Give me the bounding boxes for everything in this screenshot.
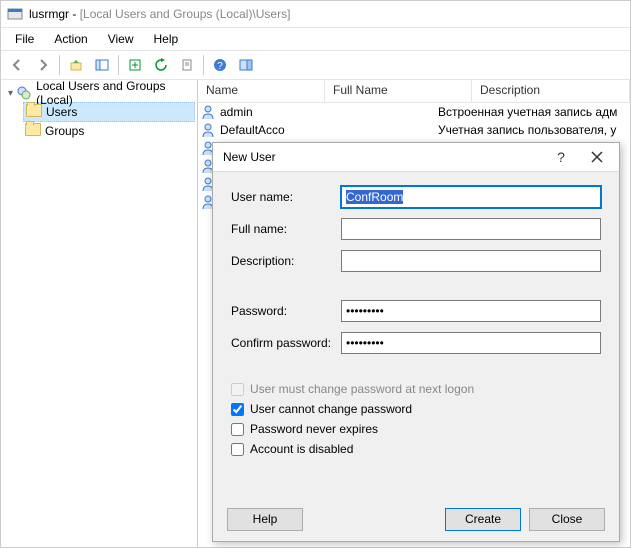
new-user-dialog: New User ? User name: Full name: Descrip… [212, 142, 620, 542]
check-must-change: User must change password at next logon [231, 382, 601, 396]
tree-pane: ▾ Local Users and Groups (Local) Users G… [1, 80, 198, 547]
password-label: Password: [231, 304, 341, 318]
up-icon[interactable] [64, 53, 88, 77]
check-must-change-box [231, 383, 244, 396]
tree-groups-label: Groups [45, 124, 84, 138]
col-description[interactable]: Description [472, 80, 630, 102]
col-name[interactable]: Name [198, 80, 325, 102]
close-button[interactable]: Close [529, 508, 605, 531]
password-input[interactable] [341, 300, 601, 322]
check-disabled[interactable]: Account is disabled [231, 442, 601, 456]
help-button[interactable]: Help [227, 508, 303, 531]
check-never-expires-box[interactable] [231, 423, 244, 436]
user-icon [200, 122, 216, 138]
col-fullname[interactable]: Full Name [325, 80, 472, 102]
tree-root[interactable]: ▾ Local Users and Groups (Local) [3, 84, 195, 102]
lusrmgr-icon [16, 85, 32, 101]
description-input[interactable] [341, 250, 601, 272]
window-title: lusrmgr - [Local Users and Groups (Local… [29, 7, 290, 21]
menu-help[interactable]: Help [144, 30, 189, 48]
collapse-icon[interactable]: ▾ [5, 88, 16, 99]
confirm-password-label: Confirm password: [231, 336, 341, 350]
titlebar: lusrmgr - [Local Users and Groups (Local… [1, 1, 630, 28]
svg-text:?: ? [217, 61, 223, 72]
app-icon [7, 6, 23, 22]
tree-root-label: Local Users and Groups (Local) [36, 79, 193, 107]
dialog-titlebar: New User ? [213, 143, 619, 172]
dialog-close-button[interactable] [579, 143, 615, 171]
check-cannot-change[interactable]: User cannot change password [231, 402, 601, 416]
table-row[interactable]: DefaultAccoУчетная запись пользователя, … [198, 121, 630, 139]
action-pane-icon[interactable] [234, 53, 258, 77]
properties-icon[interactable] [175, 53, 199, 77]
menubar: File Action View Help [1, 28, 630, 50]
description-label: Description: [231, 254, 341, 268]
fullname-input[interactable] [341, 218, 601, 240]
table-row[interactable]: adminВстроенная учетная запись адм [198, 103, 630, 121]
toolbar: ? [1, 50, 630, 80]
dialog-title: New User [223, 150, 543, 164]
user-icon [200, 104, 216, 120]
back-icon[interactable] [5, 53, 29, 77]
folder-icon [26, 104, 42, 120]
tree-users-label: Users [46, 105, 77, 119]
confirm-password-input[interactable] [341, 332, 601, 354]
help-icon[interactable]: ? [208, 53, 232, 77]
menu-action[interactable]: Action [44, 30, 97, 48]
show-hide-tree-icon[interactable] [90, 53, 114, 77]
username-label: User name: [231, 190, 341, 204]
fullname-label: Full name: [231, 222, 341, 236]
tree-groups[interactable]: Groups [23, 122, 195, 140]
export-icon[interactable] [123, 53, 147, 77]
refresh-icon[interactable] [149, 53, 173, 77]
menu-view[interactable]: View [98, 30, 144, 48]
check-never-expires[interactable]: Password never expires [231, 422, 601, 436]
dialog-help-button[interactable]: ? [543, 143, 579, 171]
folder-icon [25, 123, 41, 139]
list-header: Name Full Name Description [198, 80, 630, 103]
check-disabled-box[interactable] [231, 443, 244, 456]
create-button[interactable]: Create [445, 508, 521, 531]
check-cannot-change-box[interactable] [231, 403, 244, 416]
menu-file[interactable]: File [5, 30, 44, 48]
username-input[interactable] [341, 186, 601, 208]
dialog-footer: Help Create Close [213, 497, 619, 541]
forward-icon[interactable] [31, 53, 55, 77]
